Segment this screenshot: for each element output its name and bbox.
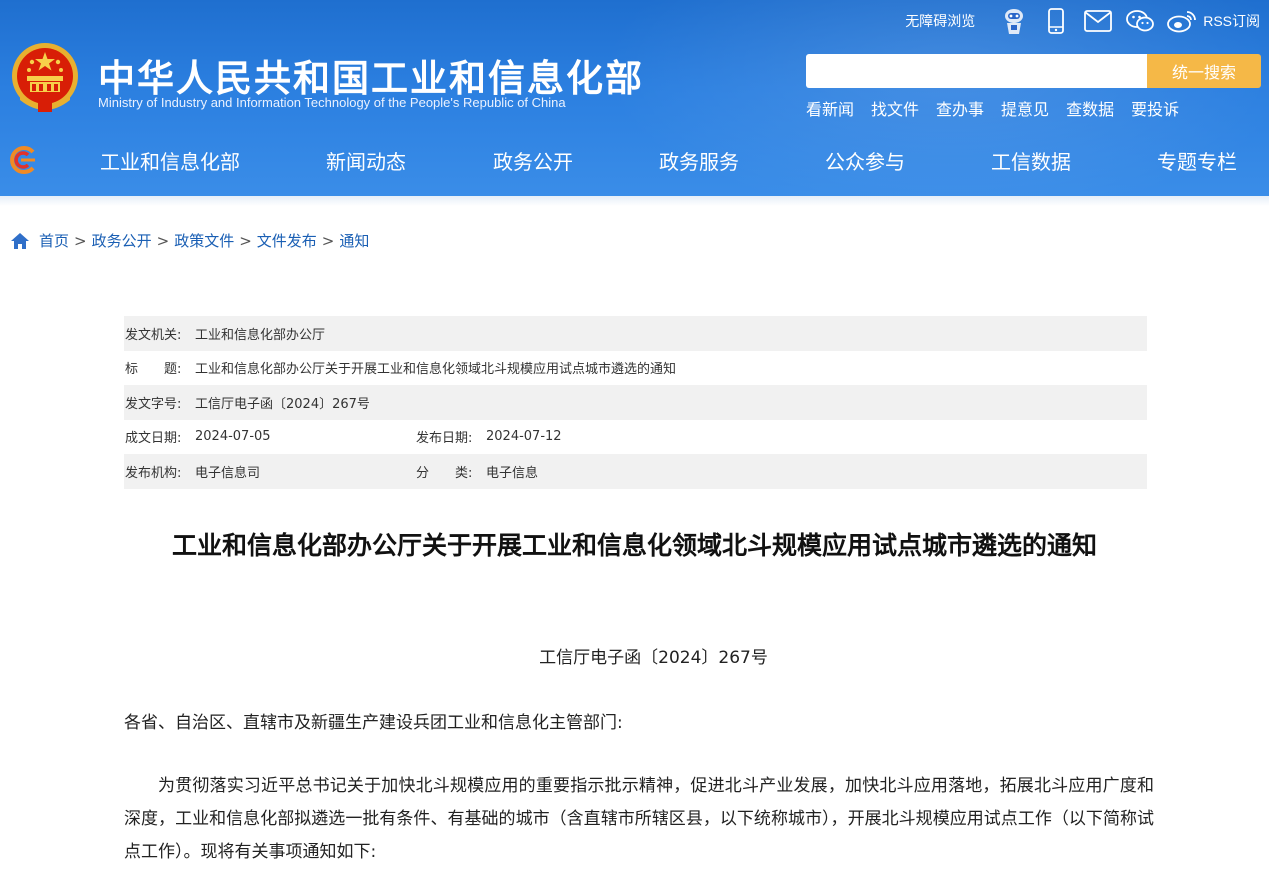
category-cell: 分 类: 电子信息 [415,462,538,481]
breadcrumb-file-release[interactable]: 文件发布 [257,230,317,251]
wechat-icon[interactable] [1125,6,1155,36]
nav-item-data[interactable]: 工信数据 [991,146,1071,175]
article-doc-number: 工信厅电子函〔2024〕267号 [539,648,768,668]
title-value: 工业和信息化部办公厅关于开展工业和信息化领域北斗规模应用试点城市遴选的通知 [195,362,677,378]
site-title: 中华人民共和国工业和信息化部 [98,57,644,100]
site-header: 中华人民共和国工业和信息化部 Ministry of Industry and … [0,0,1269,196]
quicklink-files[interactable]: 找文件 [871,96,919,120]
created-value: 2024-07-05 [195,429,271,445]
rss-link[interactable]: RSS订阅 [1203,11,1260,31]
breadcrumb-separator: > [321,231,335,250]
quicklink-services[interactable]: 查办事 [936,96,984,120]
mail-icon[interactable] [1083,6,1113,36]
org-value: 电子信息司 [195,465,261,481]
nav-logo-icon[interactable] [7,144,39,176]
quicklink-news[interactable]: 看新闻 [806,96,854,120]
info-row-docno: 发文字号: 工信厅电子函〔2024〕267号 [124,385,1147,420]
nav-item-topics[interactable]: 专题专栏 [1157,146,1237,175]
category-label: 分 类: [416,465,473,481]
breadcrumb-separator: > [239,231,252,250]
breadcrumb-separator: > [156,231,170,250]
breadcrumb: 首页 > 政务公开 > 政策文件 > 文件发布 > 通知 [10,230,369,251]
info-row-title: 标 题: 工业和信息化部办公厅关于开展工业和信息化领域北斗规模应用试点城市遴选的… [124,351,1147,386]
category-value: 电子信息 [486,465,539,481]
docno-value: 工信厅电子函〔2024〕267号 [195,396,370,412]
breadcrumb-notice[interactable]: 通知 [339,230,369,251]
quicklink-data[interactable]: 查数据 [1066,96,1114,120]
article-title: 工业和信息化部办公厅关于开展工业和信息化领域北斗规模应用试点城市遴选的通知 [171,531,1097,560]
nav-item-ministry[interactable]: 工业和信息化部 [100,146,240,175]
info-row-issuer: 发文机关: 工业和信息化部办公厅 [124,316,1147,351]
mobile-icon[interactable] [1041,6,1071,36]
article-paragraph: 为贯彻落实习近平总书记关于加快北斗规模应用的重要指示批示精神，促进北斗产业发展，… [124,776,1154,862]
top-utility-bar: 无障碍浏览 RSS订阅 [905,6,1260,36]
quicklink-complaint[interactable]: 要投诉 [1131,96,1179,120]
document-info-table: 发文机关: 工业和信息化部办公厅 标 题: 工业和信息化部办公厅关于开展工业和信… [124,316,1147,489]
robot-icon[interactable] [999,6,1029,36]
issuer-label: 发文机关: [125,327,182,343]
breadcrumb-gov-affairs[interactable]: 政务公开 [92,230,152,251]
created-label: 成文日期: [125,431,182,447]
info-row-org: 发布机构: 电子信息司 分 类: 电子信息 [124,454,1147,489]
home-icon[interactable] [10,232,30,250]
breadcrumb-policy-files[interactable]: 政策文件 [174,230,234,251]
published-value: 2024-07-12 [486,429,562,445]
quicklink-feedback[interactable]: 提意见 [1001,96,1049,120]
published-date-cell: 发布日期: 2024-07-12 [415,427,562,446]
article-addressee: 各省、自治区、直辖市及新疆生产建设兵团工业和信息化主管部门: [124,713,623,733]
site-subtitle: Ministry of Industry and Information Tec… [98,95,566,110]
published-label: 发布日期: [416,431,473,447]
nav-item-gov-affairs[interactable]: 政务公开 [493,146,573,175]
accessibility-link[interactable]: 无障碍浏览 [905,11,975,31]
quick-links: 看新闻 找文件 查办事 提意见 查数据 要投诉 [806,96,1196,120]
info-row-dates: 成文日期: 2024-07-05 发布日期: 2024-07-12 [124,420,1147,455]
issuer-value: 工业和信息化部办公厅 [195,327,326,343]
created-date-cell: 成文日期: 2024-07-05 [124,427,415,446]
header-divider [0,196,1269,206]
nav-item-gov-services[interactable]: 政务服务 [659,146,739,175]
search-input[interactable] [806,54,1147,88]
national-emblem-icon[interactable] [10,42,80,116]
nav-item-news[interactable]: 新闻动态 [326,146,406,175]
breadcrumb-separator: > [74,231,87,250]
docno-label: 发文字号: [125,396,182,412]
title-label: 标 题: [125,362,182,378]
search-button[interactable]: 统一搜索 [1147,54,1261,88]
org-cell: 发布机构: 电子信息司 [124,462,415,481]
org-label: 发布机构: [125,465,182,481]
weibo-icon[interactable] [1167,6,1197,36]
breadcrumb-home[interactable]: 首页 [39,230,69,251]
nav-item-public-participation[interactable]: 公众参与 [825,146,905,175]
main-nav: 工业和信息化部 新闻动态 政务公开 政务服务 公众参与 工信数据 专题专栏 [0,138,1269,180]
